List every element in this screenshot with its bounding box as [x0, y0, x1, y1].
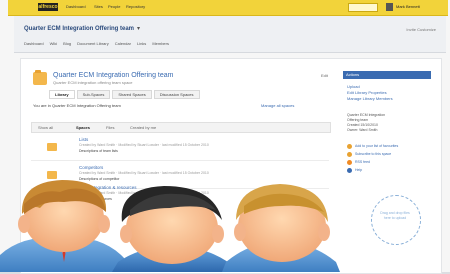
sidebar-header: Actions	[343, 71, 431, 79]
item-title[interactable]: ECM integration & resources	[79, 185, 137, 190]
list-item[interactable]: ECM integration & resources Created by W…	[31, 183, 329, 209]
upload-link[interactable]: Upload	[347, 84, 360, 89]
site-nav: Dashboard Wiki Blog Document Library Cal…	[24, 41, 169, 48]
edit-properties-link[interactable]: Edit Library Properties	[347, 90, 387, 95]
edit-link[interactable]: Edit	[321, 73, 328, 78]
top-link-repository[interactable]: Repository	[126, 4, 145, 9]
favourite-link[interactable]: Add to your list of favourites	[355, 144, 398, 148]
nav-item-dashboard[interactable]: Dashboard	[24, 41, 44, 48]
top-bar: alfresco Dashboard Sites People Reposito…	[8, 0, 448, 16]
top-link-dashboard[interactable]: Dashboard	[66, 4, 86, 9]
site-header: Quarter ECM Integration Offering team ▾ …	[14, 16, 446, 53]
filter-toolbar: Show all Spaces Files Created by me	[31, 122, 331, 133]
item-meta: Created by Ward Smith · Modified by Stua…	[79, 171, 209, 175]
drop-zone-label: Drag and drop files here to upload	[380, 211, 410, 220]
tab-library[interactable]: Library	[49, 90, 75, 99]
space-info: Created 15/10/2010	[347, 123, 378, 127]
folder-icon	[47, 143, 57, 151]
space-tabs: Library Sub-Spaces Shared Spaces Discuss…	[49, 90, 200, 99]
top-link-people[interactable]: People	[108, 4, 120, 9]
space-title: Quarter ECM Integration Offering team	[53, 72, 174, 79]
filter-show-all[interactable]: Show all	[38, 125, 53, 130]
space-info: Offering team	[347, 118, 369, 122]
tab-shared-spaces[interactable]: Shared Spaces	[112, 90, 152, 99]
header-actions[interactable]: Invite Customize	[406, 27, 436, 32]
nav-item-links[interactable]: Links	[137, 41, 146, 48]
help-link[interactable]: Help	[355, 168, 362, 172]
search-input[interactable]	[348, 3, 378, 12]
tab-sub-spaces[interactable]: Sub-Spaces	[76, 90, 111, 99]
main-panel: Quarter ECM Integration Offering team Qu…	[20, 58, 442, 274]
divider	[31, 160, 329, 161]
space-info: Owner: Ward Smith	[347, 128, 378, 132]
star-icon	[347, 144, 352, 149]
app-frame: alfresco Dashboard Sites People Reposito…	[0, 0, 450, 274]
nav-item-blog[interactable]: Blog	[63, 41, 71, 48]
item-description: Descriptions of competitor	[79, 177, 120, 181]
item-meta: Created by Ward Smith · Modified by Stua…	[79, 143, 209, 147]
filter-created-by-me[interactable]: Created by me	[130, 125, 156, 130]
folder-icon	[47, 171, 57, 179]
rss-icon	[347, 160, 352, 165]
top-link-sites[interactable]: Sites	[94, 4, 103, 9]
tab-discussion-spaces[interactable]: Discussion Spaces	[153, 90, 200, 99]
nav-item-members[interactable]: Members	[152, 41, 169, 48]
folder-icon	[47, 191, 57, 199]
item-title[interactable]: Lists	[79, 137, 88, 142]
user-name[interactable]: Mark Bennett	[396, 4, 420, 9]
folder-icon	[33, 70, 47, 85]
app-logo[interactable]: alfresco	[38, 3, 58, 11]
site-title[interactable]: Quarter ECM Integration Offering team	[24, 26, 134, 32]
space-info: Quarter ECM Integration	[347, 113, 386, 117]
space-description: You are in Quarter ECM Integration Offer…	[33, 103, 121, 108]
avatar[interactable]	[386, 3, 393, 11]
chevron-down-icon[interactable]: ▾	[137, 25, 140, 32]
help-icon	[347, 168, 352, 173]
rss-link[interactable]: RSS feed	[355, 160, 370, 164]
nav-item-wiki[interactable]: Wiki	[50, 41, 58, 48]
filter-files[interactable]: Files	[106, 125, 114, 130]
item-title[interactable]: Competitors	[79, 165, 103, 170]
sidebar: Actions Upload Edit Library Properties M…	[343, 71, 431, 261]
item-description: Integration resources	[79, 197, 112, 201]
bell-icon	[347, 152, 352, 157]
manage-spaces-link[interactable]: Manage all spaces	[261, 103, 294, 108]
item-meta: Created by Ward Smith · Modified by Stua…	[79, 191, 209, 195]
item-description: Descriptions of team lists	[79, 149, 118, 153]
subscribe-link[interactable]: Subscribe to this space	[355, 152, 391, 156]
nav-item-calendar[interactable]: Calendar	[115, 41, 131, 48]
manage-members-link[interactable]: Manage Library Members	[347, 96, 393, 101]
nav-item-document-library[interactable]: Document Library	[77, 41, 109, 48]
filter-spaces[interactable]: Spaces	[76, 125, 90, 130]
space-subtitle: Quarter ECM integration offering team sp…	[53, 80, 133, 85]
list-item[interactable]: Lists Created by Ward Smith · Modified b…	[31, 135, 329, 161]
